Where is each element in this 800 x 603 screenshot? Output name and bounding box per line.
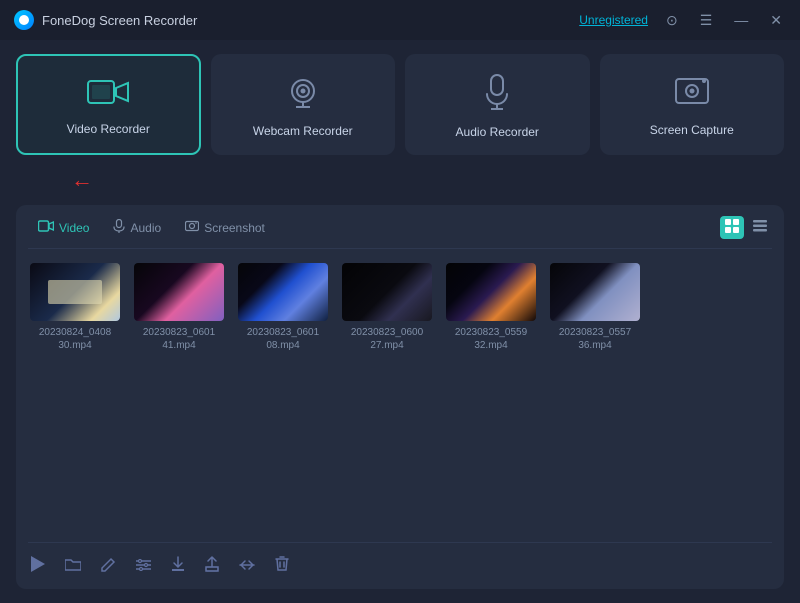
minimize-button[interactable]: — (730, 10, 752, 30)
title-bar-left: FoneDog Screen Recorder (14, 10, 197, 30)
bottom-toolbar (28, 542, 772, 579)
close-button[interactable]: ✕ (766, 10, 786, 31)
title-bar: FoneDog Screen Recorder Unregistered ⊙ ☰… (0, 0, 800, 40)
list-item[interactable]: 20230823_060027.mp4 (342, 263, 432, 538)
edit-button[interactable] (98, 554, 119, 579)
menu-icon[interactable]: ☰ (696, 10, 717, 31)
share-button[interactable] (202, 553, 222, 579)
arrow-container: ← (16, 169, 784, 191)
app-title: FoneDog Screen Recorder (42, 13, 197, 28)
file-grid: 20230824_040830.mp4 20230823_060141.mp4 … (28, 259, 772, 542)
red-arrow: ← (71, 167, 93, 193)
move-button[interactable] (236, 555, 258, 578)
delete-button[interactable] (272, 553, 292, 579)
webcam-recorder-label: Webcam Recorder (253, 124, 353, 138)
settings-button[interactable] (133, 555, 154, 578)
list-item[interactable]: 20230823_055736.mp4 (550, 263, 640, 538)
screenshot-tab-icon (185, 220, 199, 235)
audio-recorder-card[interactable]: Audio Recorder (405, 54, 590, 155)
files-panel: Video Audio (16, 205, 784, 589)
tab-video[interactable]: Video (28, 216, 99, 239)
file-thumbnail (342, 263, 432, 321)
audio-tab-icon (113, 219, 125, 236)
audio-tab-label: Audio (130, 221, 161, 235)
screen-capture-icon (673, 76, 711, 113)
grid-view-button[interactable] (720, 216, 744, 239)
audio-recorder-label: Audio Recorder (456, 125, 539, 139)
file-thumbnail (30, 263, 120, 321)
video-tab-label: Video (59, 221, 89, 235)
app-logo (14, 10, 34, 30)
files-tabs: Video Audio (28, 215, 772, 249)
target-icon[interactable]: ⊙ (662, 10, 682, 31)
video-tab-icon (38, 220, 54, 235)
file-thumbnail (134, 263, 224, 321)
view-toggle (720, 216, 772, 239)
download-button[interactable] (168, 553, 188, 579)
screen-capture-label: Screen Capture (650, 123, 734, 137)
file-name: 20230823_055736.mp4 (559, 326, 631, 352)
file-thumbnail (446, 263, 536, 321)
video-recorder-label: Video Recorder (67, 122, 150, 136)
screen-capture-card[interactable]: Screen Capture (600, 54, 785, 155)
list-item[interactable]: 20230823_060141.mp4 (134, 263, 224, 538)
webcam-recorder-icon (286, 75, 320, 114)
file-name: 20230823_055932.mp4 (455, 326, 527, 352)
file-name: 20230824_040830.mp4 (39, 326, 111, 352)
tab-audio[interactable]: Audio (103, 215, 171, 240)
file-name: 20230823_060027.mp4 (351, 326, 423, 352)
audio-recorder-icon (483, 74, 511, 115)
screenshot-tab-label: Screenshot (204, 221, 265, 235)
video-recorder-icon (87, 77, 129, 112)
file-thumbnail (550, 263, 640, 321)
main-content: Video Recorder Webcam Recorder (0, 40, 800, 603)
list-item[interactable]: 20230824_040830.mp4 (30, 263, 120, 538)
file-thumbnail (238, 263, 328, 321)
file-name: 20230823_060108.mp4 (247, 326, 319, 352)
file-name: 20230823_060141.mp4 (143, 326, 215, 352)
video-recorder-card[interactable]: Video Recorder (16, 54, 201, 155)
list-item[interactable]: 20230823_060108.mp4 (238, 263, 328, 538)
recorder-grid: Video Recorder Webcam Recorder (16, 54, 784, 155)
open-folder-button[interactable] (62, 554, 84, 578)
list-view-button[interactable] (748, 216, 772, 239)
webcam-recorder-card[interactable]: Webcam Recorder (211, 54, 396, 155)
unregistered-link[interactable]: Unregistered (579, 13, 648, 27)
list-item[interactable]: 20230823_055932.mp4 (446, 263, 536, 538)
play-button[interactable] (28, 553, 48, 579)
title-bar-right: Unregistered ⊙ ☰ — ✕ (579, 10, 786, 31)
tab-screenshot[interactable]: Screenshot (175, 216, 275, 239)
